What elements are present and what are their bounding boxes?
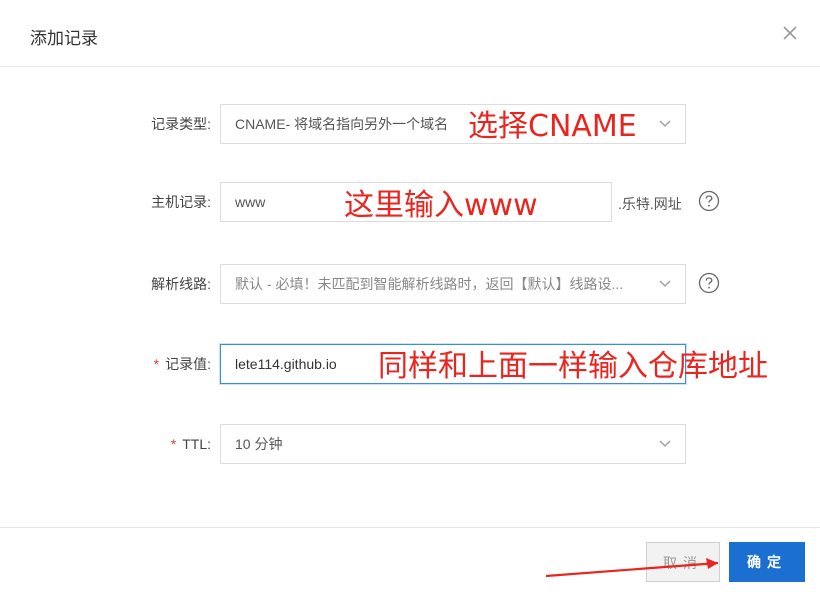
required-mark: * (170, 436, 177, 452)
chevron-down-icon (659, 120, 671, 127)
help-icon[interactable] (698, 272, 720, 294)
record-value-text: lete114.github.io (235, 356, 337, 372)
required-mark: * (153, 356, 160, 372)
annotation-record-type: 选择CNAME (468, 109, 637, 144)
record-type-label: 记录类型: (151, 116, 211, 132)
annotation-record-value: 同样和上面一样输入仓库地址 (378, 349, 768, 384)
record-value-label: 记录值: (165, 356, 211, 372)
record-value-label-group: * 记录值: (154, 344, 211, 384)
dialog-header: 添加记录 (0, 0, 820, 67)
resolution-line-label: 解析线路: (151, 276, 211, 292)
ttl-select[interactable]: 10 分钟 (220, 424, 686, 464)
confirm-button[interactable]: 确定 (729, 542, 805, 582)
row-record-type: 记录类型: CNAME- 将域名指向另外一个域名 (0, 104, 820, 144)
chevron-down-icon (659, 280, 671, 287)
ttl-label: TTL: (182, 436, 211, 452)
domain-suffix: .乐特.网址 (618, 196, 682, 212)
annotation-host-record: 这里输入www (344, 188, 538, 223)
host-record-label: 主机记录: (151, 194, 211, 210)
host-record-value: www (235, 194, 266, 210)
record-type-value: CNAME- 将域名指向另外一个域名 (235, 116, 449, 132)
resolution-line-value: 默认 - 必填！未匹配到智能解析线路时，返回【默认】线路设... (235, 276, 624, 292)
dialog-title: 添加记录 (30, 29, 98, 48)
row-resolution-line: 解析线路: 默认 - 必填！未匹配到智能解析线路时，返回【默认】线路设... (0, 264, 820, 304)
annotation-arrow-icon (545, 558, 719, 578)
chevron-down-icon (659, 440, 671, 447)
ttl-value: 10 分钟 (235, 436, 283, 452)
row-ttl: * TTL: 10 分钟 (0, 424, 820, 464)
ttl-label-group: * TTL: (171, 424, 211, 464)
close-icon[interactable] (782, 25, 798, 41)
resolution-line-select[interactable]: 默认 - 必填！未匹配到智能解析线路时，返回【默认】线路设... (220, 264, 686, 304)
help-icon[interactable] (698, 190, 720, 212)
